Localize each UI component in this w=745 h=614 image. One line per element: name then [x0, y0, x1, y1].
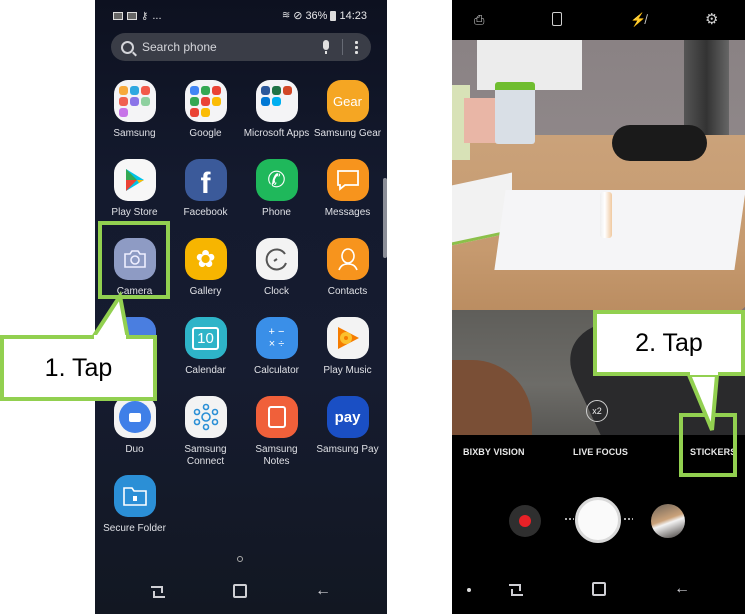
clock-icon — [255, 238, 298, 280]
wifi-icon: ≋ — [281, 10, 291, 21]
switch-camera-icon[interactable]: ⎙ — [474, 12, 484, 28]
dots-left — [564, 518, 574, 520]
camera-screen: ⎙ ⚡̸ ⚙ x2 BIXBY VISION LIVE FOCUS STICKE… — [452, 0, 745, 614]
app-samsung-folder[interactable]: Samsung — [99, 80, 170, 140]
notification-overflow: ... — [152, 10, 162, 22]
home-icon[interactable] — [592, 582, 606, 596]
back-icon[interactable]: ← — [315, 582, 331, 600]
play-music-icon — [326, 317, 369, 359]
facebook-icon: f — [184, 159, 227, 201]
callout-2-tail-cover — [690, 369, 718, 375]
app-calendar[interactable]: 10 Calendar — [170, 317, 241, 377]
navigation-bar: ← — [452, 570, 745, 614]
microphone-icon[interactable] — [323, 40, 329, 54]
app-facebook[interactable]: f Facebook — [170, 159, 241, 219]
app-duo[interactable]: Duo — [99, 396, 170, 456]
settings-icon[interactable]: ⚙ — [705, 10, 718, 28]
contacts-icon — [326, 238, 369, 280]
page-indicator — [237, 556, 243, 562]
app-google-folder[interactable]: Google — [170, 80, 241, 140]
app-clock[interactable]: Clock — [241, 238, 312, 298]
gallery-thumbnail[interactable] — [651, 504, 685, 538]
scroll-handle[interactable] — [383, 178, 387, 258]
recent-apps-icon[interactable] — [151, 586, 165, 598]
samsung-folder-icon — [113, 80, 156, 122]
shutter-button[interactable] — [575, 497, 621, 543]
duo-icon — [113, 396, 156, 438]
callout-step-2: 2. Tap — [593, 310, 745, 376]
mode-live-focus[interactable]: LIVE FOCUS — [573, 447, 628, 457]
callout-2-tail — [685, 373, 720, 431]
google-folder-icon — [184, 80, 227, 122]
samsung-connect-icon — [184, 396, 227, 438]
app-contacts[interactable]: Contacts — [312, 238, 383, 298]
back-icon[interactable]: ← — [674, 580, 690, 598]
flash-off-icon[interactable]: ⚡̸ — [630, 12, 646, 28]
app-samsung-connect[interactable]: Samsung Connect — [170, 396, 241, 468]
app-samsung-notes[interactable]: Samsung Notes — [241, 396, 312, 468]
calendar-icon: 10 — [184, 317, 227, 359]
phone-icon: ✆ — [255, 159, 298, 201]
key-icon: ⚷ — [141, 10, 149, 22]
divider — [342, 39, 343, 55]
record-icon — [519, 515, 531, 527]
gallery-notification-icon — [113, 12, 123, 20]
navigation-bar: ← — [95, 574, 387, 614]
camera-highlight-box — [98, 221, 170, 299]
search-phone-bar[interactable]: Search phone — [111, 33, 371, 61]
app-samsung-pay[interactable]: pay Samsung Pay — [312, 396, 383, 456]
status-bar: ⚷ ... ≋ ⊘ 36% 14:23 — [95, 0, 387, 30]
search-icon — [121, 40, 134, 54]
app-samsung-gear[interactable]: Gear Samsung Gear — [312, 80, 383, 140]
home-icon[interactable] — [233, 584, 247, 598]
calculator-icon: + − × ÷ — [255, 317, 298, 359]
app-gallery[interactable]: ✿ Gallery — [170, 238, 241, 298]
search-placeholder: Search phone — [142, 40, 217, 54]
play-store-icon — [113, 159, 156, 201]
vf-pouch — [612, 125, 707, 161]
battery-percent: 36% — [305, 9, 328, 22]
camera-top-bar: ⎙ ⚡̸ ⚙ — [452, 0, 745, 40]
recent-apps-icon[interactable] — [509, 584, 523, 596]
vf-paper-sheet — [494, 190, 745, 270]
microsoft-folder-icon — [255, 80, 298, 122]
vf-bottle — [600, 192, 612, 238]
record-video-button[interactable] — [509, 505, 541, 537]
samsung-notes-icon — [255, 396, 298, 438]
app-phone[interactable]: ✆ Phone — [241, 159, 312, 219]
callout-1-tail-cover — [94, 335, 126, 341]
aspect-ratio-icon[interactable] — [552, 12, 562, 26]
callout-step-1: 1. Tap — [0, 335, 157, 401]
zoom-x2-button[interactable]: x2 — [586, 400, 608, 422]
clock-time: 14:23 — [339, 9, 367, 22]
gear-app-icon: Gear — [326, 80, 369, 122]
app-calculator[interactable]: + − × ÷ Calculator — [241, 317, 312, 377]
camera-controls — [452, 470, 745, 570]
app-secure-folder[interactable]: Secure Folder — [99, 475, 170, 535]
nav-dot — [467, 588, 471, 592]
secure-folder-icon — [113, 475, 156, 517]
battery-icon — [330, 10, 337, 21]
mode-bixby-vision[interactable]: BIXBY VISION — [463, 447, 525, 457]
app-microsoft-folder[interactable]: Microsoft Apps — [241, 80, 312, 140]
more-options-icon[interactable] — [355, 40, 358, 54]
app-play-store[interactable]: Play Store — [99, 159, 170, 219]
dots-right — [623, 518, 633, 520]
app-messages[interactable]: Messages — [312, 159, 383, 219]
messages-icon — [326, 159, 369, 201]
gallery-icon: ✿ — [184, 238, 227, 280]
gallery-notification-icon — [127, 12, 137, 20]
app-play-music[interactable]: Play Music — [312, 317, 383, 377]
samsung-pay-icon: pay — [326, 396, 369, 438]
vf-cup — [495, 82, 535, 144]
do-not-disturb-icon: ⊘ — [293, 10, 303, 22]
